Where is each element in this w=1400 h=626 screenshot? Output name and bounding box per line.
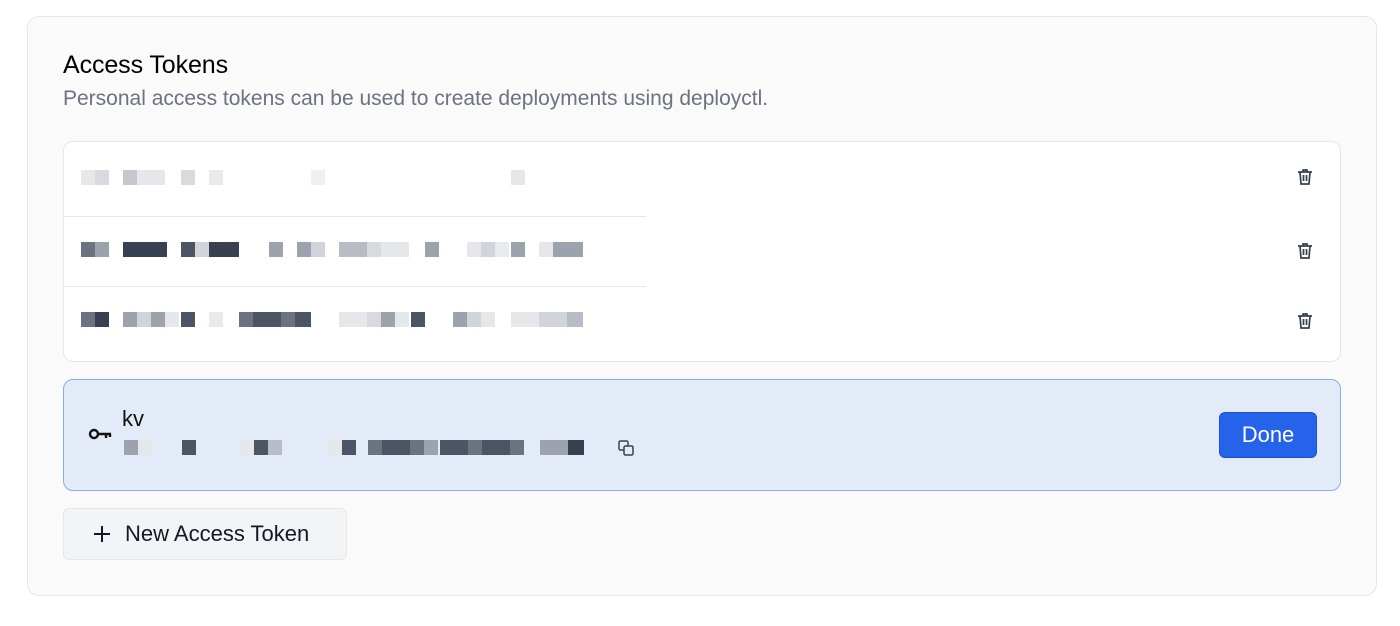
new-token-panel: kv Done xyxy=(63,379,1341,491)
delete-token-button[interactable] xyxy=(1294,240,1316,262)
trash-icon xyxy=(1298,243,1312,259)
trash-icon xyxy=(1298,313,1312,329)
section-subtitle: Personal access tokens can be used to cr… xyxy=(63,87,769,110)
section-title: Access Tokens xyxy=(63,51,228,79)
new-access-token-label: New Access Token xyxy=(125,521,310,546)
new-access-token-button[interactable]: New Access Token xyxy=(63,508,347,560)
token-label-redacted xyxy=(81,312,591,327)
done-button[interactable]: Done xyxy=(1219,412,1317,458)
trash-icon xyxy=(1298,169,1312,185)
token-secret-redacted xyxy=(124,440,594,455)
copy-icon[interactable] xyxy=(617,439,635,457)
token-row xyxy=(64,142,1340,212)
token-list xyxy=(63,141,1341,362)
token-row xyxy=(64,216,1340,286)
token-row xyxy=(64,286,1340,356)
token-name: kv xyxy=(122,406,144,431)
plus-icon xyxy=(94,526,110,542)
delete-token-button[interactable] xyxy=(1294,166,1316,188)
access-tokens-card: Access Tokens Personal access tokens can… xyxy=(27,16,1377,596)
token-label-redacted xyxy=(81,170,591,185)
delete-token-button[interactable] xyxy=(1294,310,1316,332)
token-label-redacted xyxy=(81,242,591,257)
key-icon xyxy=(88,428,112,440)
